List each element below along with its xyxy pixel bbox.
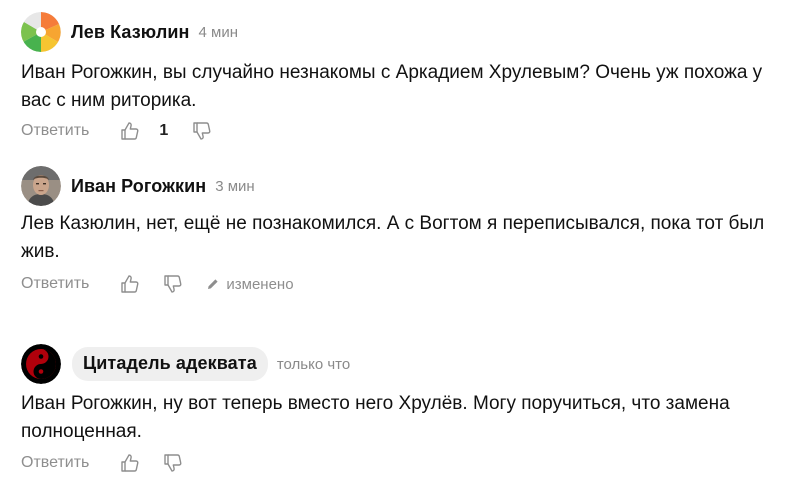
comment-text: Иван Рогожкин, ну вот теперь вместо него… — [21, 393, 730, 442]
thumbs-up-icon[interactable] — [120, 121, 140, 141]
edited-label: изменено — [226, 275, 294, 293]
comment-text: Лев Казюлин, нет, ещё не познакомился. А… — [21, 213, 765, 262]
comment-time: только что — [276, 355, 351, 373]
avatar[interactable] — [21, 12, 61, 52]
comment-header: Цитадель адеквата только что — [21, 344, 350, 384]
author-name[interactable]: Иван Рогожкин — [71, 176, 206, 197]
author-name[interactable]: Лев Казюлин — [71, 22, 190, 43]
comment-header: Иван Рогожкин 3 мин — [21, 166, 255, 206]
yin-yang-avatar-icon — [21, 344, 61, 384]
thumbs-up-icon[interactable] — [120, 274, 140, 294]
thumbs-down-icon[interactable] — [163, 453, 183, 473]
edited-indicator: изменено — [207, 275, 294, 293]
comment-text: Иван Рогожкин, вы случайно незнакомы с А… — [21, 62, 763, 111]
comment-actions: Ответить изменено — [21, 273, 294, 295]
thumbs-down-icon[interactable] — [192, 121, 212, 141]
thumbs-down-icon[interactable] — [163, 274, 183, 294]
reply-button[interactable]: Ответить — [21, 122, 89, 140]
avatar[interactable] — [21, 166, 61, 206]
reply-button[interactable]: Ответить — [21, 454, 89, 472]
comment-time: 4 мин — [198, 23, 239, 41]
colorful-circle-avatar-icon — [21, 12, 61, 52]
user-photo-avatar-icon — [21, 166, 61, 206]
author-name[interactable]: Цитадель адеквата — [83, 353, 257, 373]
comment-actions: Ответить — [21, 452, 183, 474]
author-badge[interactable]: Цитадель адеквата — [72, 347, 268, 381]
like-count: 1 — [159, 122, 169, 139]
avatar[interactable] — [21, 344, 61, 384]
thumbs-up-icon[interactable] — [120, 453, 140, 473]
comment-actions: Ответить 1 — [21, 120, 212, 142]
reply-button[interactable]: Ответить — [21, 275, 89, 293]
pencil-icon — [207, 278, 219, 290]
comment-header: Лев Казюлин 4 мин — [21, 12, 238, 52]
comment-time: 3 мин — [215, 177, 255, 195]
